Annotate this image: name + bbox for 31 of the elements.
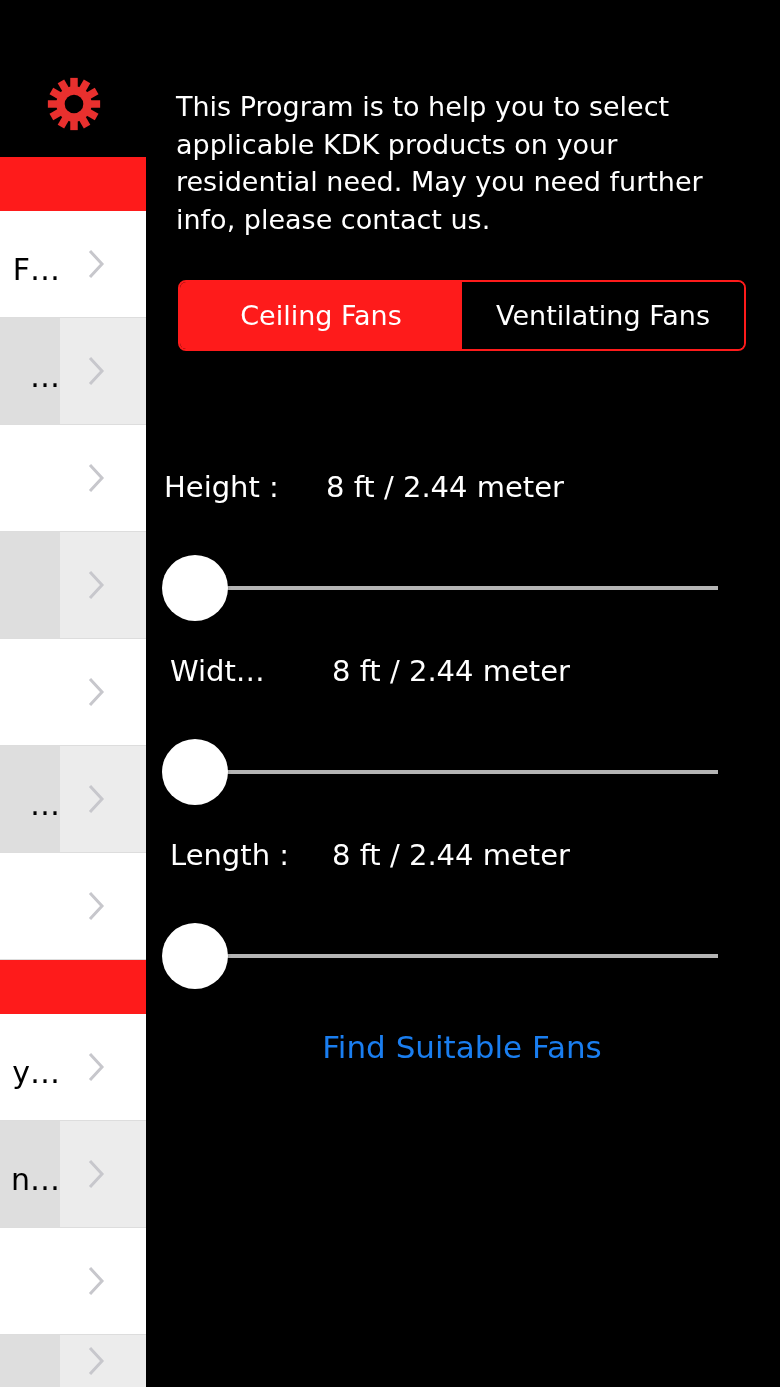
list-item[interactable]: y… [0,1014,146,1121]
chevron-icon [87,783,105,815]
chevron-icon [87,1051,105,1083]
slider-label: Length : [170,838,291,872]
slider-label: Height : [164,470,280,504]
chevron-icon [87,569,105,601]
slider-value: 8 ft / 2.44 meter [332,838,570,872]
chevron-icon [87,676,105,708]
intro-text: This Program is to help you to select applicable KDK products on your residential need. May you need further info, please contact us. [176,90,704,237]
item-label: y… [12,1053,60,1090]
chevron-icon [87,890,105,922]
item-label: n… [11,1160,60,1197]
list-item[interactable]: … [0,318,146,425]
list-item[interactable]: n… [0,1121,146,1228]
chevron-icon [87,355,105,387]
slider-label: Widt… [170,654,266,688]
item-label: … [30,785,60,822]
chevron-icon [87,462,105,494]
item-label: F… [12,250,60,287]
segment-tab[interactable]: Ceiling Fans [180,282,462,349]
chevron-icon [87,1158,105,1190]
slider-value: 8 ft / 2.44 meter [326,470,564,504]
settings-icon[interactable] [46,76,102,132]
find-fans-button[interactable]: Find Suitable Fans [322,1029,602,1065]
list-item[interactable]: … [0,746,146,853]
chevron-icon [87,1345,105,1377]
chevron-icon [87,248,105,280]
chevron-icon [87,1265,105,1297]
item-label: … [30,357,60,394]
slider-value: 8 ft / 2.44 meter [332,654,570,688]
list-item[interactable]: F… [0,211,146,318]
